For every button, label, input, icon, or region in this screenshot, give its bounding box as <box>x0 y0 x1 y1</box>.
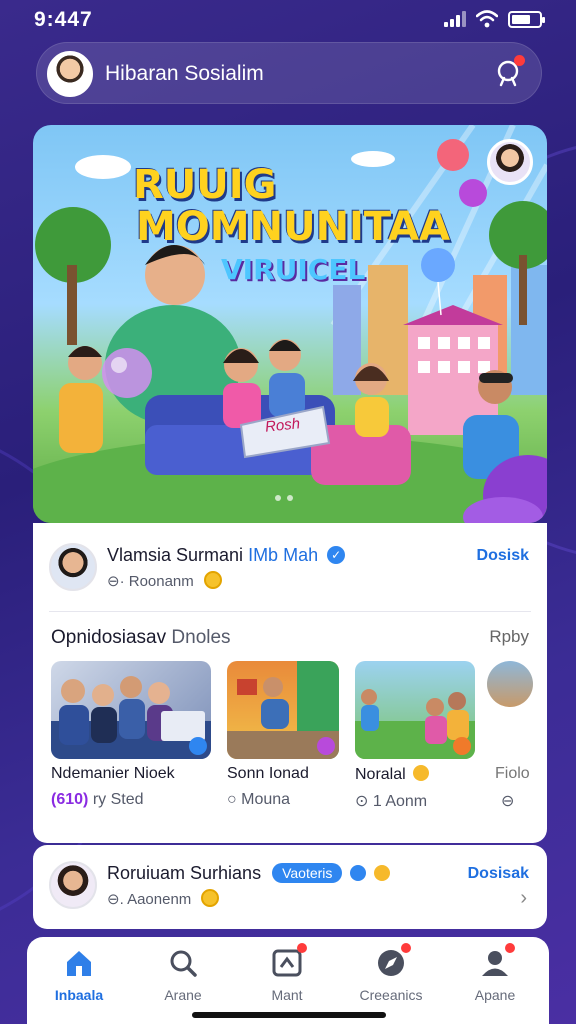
section-title: Opnidosiasav Dnoles <box>51 627 231 649</box>
home-indicator[interactable] <box>192 1012 386 1018</box>
search-icon <box>167 947 199 979</box>
thumbnail-subtitle: ○ Mouna <box>227 791 291 808</box>
coin-icon <box>203 571 222 589</box>
thumbnail-subtitle: (610) ry Sted <box>51 791 144 809</box>
thumbnail-card[interactable] <box>51 661 211 759</box>
tab-explore[interactable]: Creeanics <box>339 943 443 1003</box>
feed-card: Vlamsia Surmani IMb Mah ✓ ⊖· Roonanm Dos… <box>33 523 547 843</box>
hero-subtitle: VIRUICEL <box>221 253 366 286</box>
hero-title: RUUIG <box>133 162 277 208</box>
thumbnail-title: Ndemanier Nioek <box>51 765 175 782</box>
create-icon <box>271 943 307 979</box>
hero-title-line-2: MOMNUNITAA <box>136 204 451 250</box>
post-meta-text: ⊖· Roonanm <box>107 573 194 590</box>
laptop-screen-text: Rosh <box>264 415 301 436</box>
thumbnail-card[interactable] <box>227 661 339 759</box>
divider <box>49 611 531 612</box>
post-author-name[interactable]: Vlamsia Surmani IMb Mah ✓ <box>107 545 346 566</box>
status-bar: 9:447 <box>0 0 576 38</box>
author-handle: IMb Mah <box>248 545 319 565</box>
emoji-icon <box>374 865 391 881</box>
see-more-link[interactable]: Rpby <box>489 627 529 647</box>
profile-icon <box>479 943 515 979</box>
author-name-text: Vlamsia Surmani <box>107 545 244 565</box>
author-name-text: Roruiuam Surhians <box>107 863 262 883</box>
thumbnail-count: (610) <box>51 791 89 808</box>
app-header: Hibaran Sosialim <box>36 42 542 104</box>
thumbnail-title: Noralal <box>355 765 430 784</box>
notification-dot <box>514 55 525 66</box>
tab-home[interactable]: Inbaala <box>27 947 131 1003</box>
avatar[interactable] <box>487 139 533 185</box>
avatar[interactable] <box>49 543 97 591</box>
post-author-name[interactable]: Roruiuam Surhians Vaoteris <box>107 863 391 884</box>
star-emoji-icon <box>413 765 430 781</box>
thumbnail-subtitle: ⊖ <box>501 793 515 810</box>
post-action-link[interactable]: Dosisak <box>468 865 529 883</box>
thumbnail-row: Ndemanier Nioek (610) ry Sted Sonn Ionad… <box>51 661 533 821</box>
tab-create[interactable]: Mant <box>235 943 339 1003</box>
tab-label: Arane <box>164 987 202 1003</box>
section-title-text: Opnidosiasav <box>51 627 167 648</box>
battery-icon <box>508 10 545 28</box>
thumbnail-subtitle: ⊙ 1 Aonm <box>355 793 428 810</box>
post-author-row[interactable]: Roruiuam Surhians Vaoteris ⊖. Aaonenm Do… <box>49 859 531 913</box>
post-meta: ⊖. Aaonenm <box>107 889 220 908</box>
thumbnail-title-text: Noralal <box>355 766 406 783</box>
notification-dot <box>297 943 307 953</box>
coin-icon <box>201 889 220 907</box>
notification-dot <box>505 943 515 953</box>
carousel-dots[interactable] <box>275 495 293 501</box>
tab-search[interactable]: Arane <box>131 947 235 1003</box>
tab-label: Creeanics <box>359 987 423 1003</box>
wifi-icon <box>476 10 498 28</box>
avatar[interactable] <box>47 51 93 97</box>
feed-card: Roruiuam Surhians Vaoteris ⊖. Aaonenm Do… <box>33 845 547 929</box>
hero-illustration <box>33 125 547 523</box>
thumbnail-card[interactable] <box>355 661 475 759</box>
tab-label: Mant <box>271 987 303 1003</box>
badge-icon <box>453 737 471 755</box>
thumbnail-card[interactable] <box>487 661 533 707</box>
signal-icon <box>444 11 466 27</box>
compass-icon <box>375 943 411 979</box>
badge-icon <box>317 737 335 755</box>
thumbnail-title: Sonn Ionad <box>227 765 309 782</box>
thumbnail-title: Fiolo <box>495 765 530 782</box>
author-tag: Vaoteris <box>272 863 343 883</box>
verified-icon <box>350 865 367 881</box>
thumbnail-subtitle-text: ry Sted <box>92 791 144 808</box>
home-icon <box>63 947 95 979</box>
group-photo-image <box>51 676 211 759</box>
post-author-row[interactable]: Vlamsia Surmani IMb Mah ✓ ⊖· Roonanm Dos… <box>49 541 531 595</box>
badge-icon <box>189 737 207 755</box>
post-meta-text: ⊖. Aaonenm <box>107 891 192 908</box>
post-meta: ⊖· Roonanm <box>107 571 222 590</box>
tab-label: Apane <box>474 987 516 1003</box>
post-action-link[interactable]: Dosisk <box>477 547 529 565</box>
app-title: Hibaran Sosialim <box>105 62 264 85</box>
tab-label: Inbaala <box>54 987 104 1003</box>
verified-icon: ✓ <box>327 546 346 564</box>
section-title-muted: Dnoles <box>171 627 231 648</box>
tab-profile[interactable]: Apane <box>443 943 547 1003</box>
status-icons <box>444 10 545 28</box>
chevron-right-icon[interactable]: › <box>520 887 527 910</box>
status-time: 9:447 <box>34 8 93 31</box>
hero-banner[interactable]: RUUIG MOMNUNITAA VIRUICEL Rosh <box>33 125 547 523</box>
notification-dot <box>401 943 411 953</box>
bottom-tab-bar: Inbaala Arane Mant Creeanics Apane <box>27 937 549 1024</box>
avatar[interactable] <box>49 861 97 909</box>
